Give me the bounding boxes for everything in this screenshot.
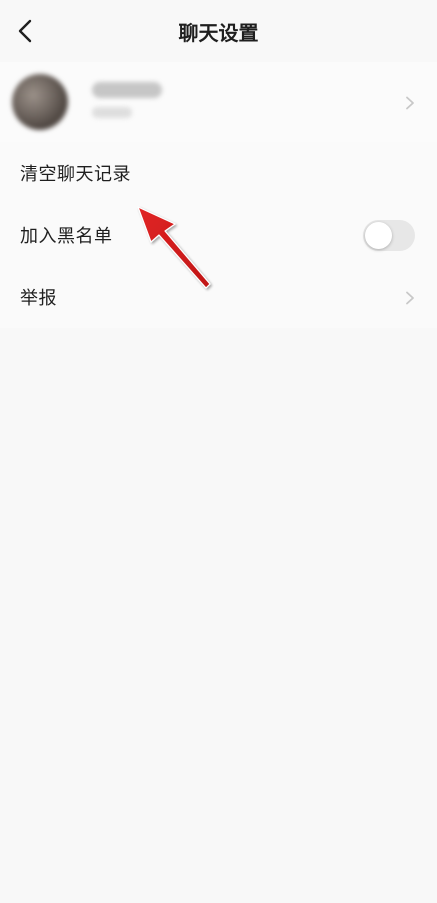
page-title: 聊天设置 — [178, 20, 259, 45]
back-button[interactable] — [10, 16, 40, 46]
contact-profile-row[interactable] — [0, 62, 437, 144]
avatar — [12, 74, 68, 130]
chevron-left-icon — [18, 19, 32, 43]
navigation-bar: 聊天设置 — [0, 0, 437, 62]
chat-settings-page: 聊天设置 清空聊天记录 加入黑名单 举报 — [0, 0, 437, 903]
report-label: 举报 — [20, 288, 57, 309]
add-to-blacklist-row: 加入黑名单 — [0, 204, 437, 266]
chevron-right-icon — [403, 291, 417, 305]
chevron-right-icon — [403, 96, 417, 110]
toggle-knob — [365, 222, 392, 249]
clear-chat-history-label: 清空聊天记录 — [20, 164, 131, 185]
contact-subtitle — [92, 107, 132, 118]
add-to-blacklist-label: 加入黑名单 — [20, 226, 113, 247]
report-row[interactable]: 举报 — [0, 266, 437, 328]
clear-chat-history-row[interactable]: 清空聊天记录 — [0, 142, 437, 204]
contact-name — [92, 82, 162, 98]
blacklist-toggle[interactable] — [363, 220, 415, 251]
